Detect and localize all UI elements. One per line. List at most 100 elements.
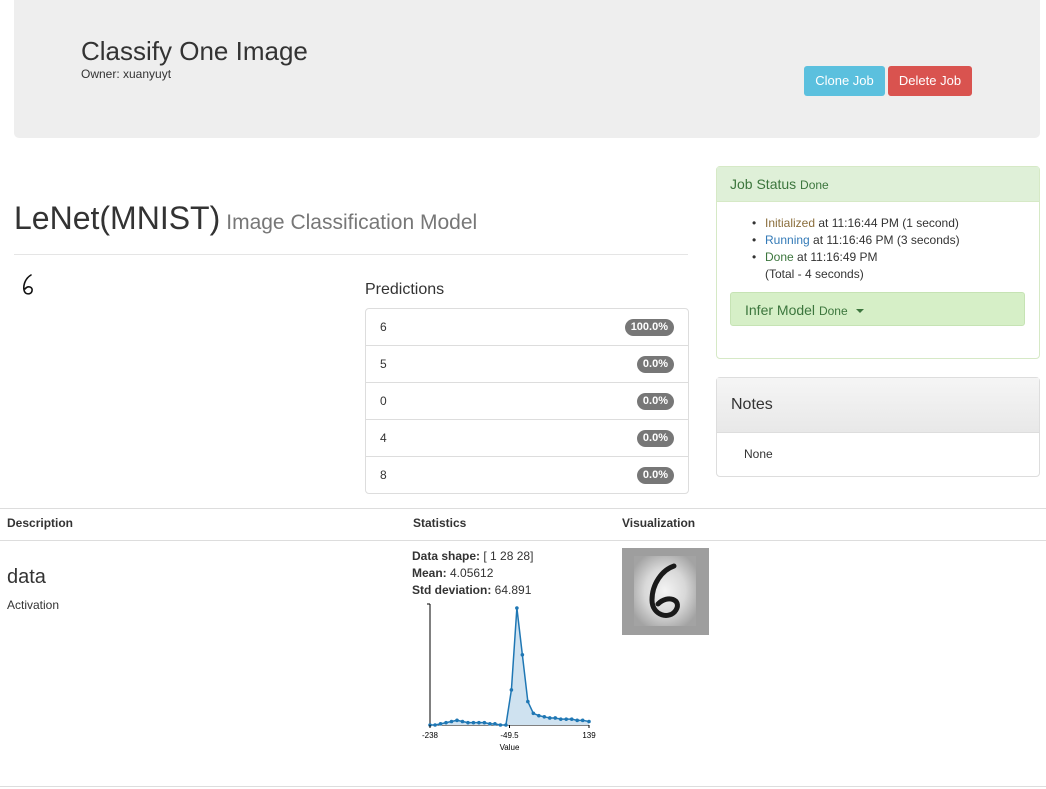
x-tick-label: -49.5	[500, 731, 519, 740]
histogram-point	[569, 717, 574, 721]
model-name: LeNet(MNIST)	[14, 200, 221, 236]
shape-label: Data shape:	[412, 549, 481, 563]
predictions-label: Predictions	[365, 281, 445, 298]
prediction-label: 4	[380, 431, 387, 445]
histogram-point	[466, 720, 470, 725]
histogram-point	[587, 719, 591, 724]
histogram-point	[444, 720, 448, 725]
delete-job-button[interactable]: Delete Job	[888, 66, 972, 96]
histogram-point	[498, 723, 503, 727]
histogram-point	[553, 716, 558, 720]
status-event-duration: (3 seconds)	[896, 233, 960, 247]
status-total-text: (Total - 4 seconds)	[765, 267, 864, 281]
status-event: • Done at 11:16:49 PM	[752, 250, 878, 264]
job-status-title: Job Status	[730, 176, 797, 192]
histogram-point	[547, 716, 552, 720]
histogram-point	[558, 717, 563, 721]
histogram-point	[575, 718, 579, 723]
prediction-badge: 0.0%	[636, 467, 674, 484]
job-status-heading: Job Status Done	[717, 167, 1039, 202]
col-header-statistics: Statistics	[413, 516, 467, 530]
histogram-chart: -238 -49.5 139 Value	[422, 603, 596, 752]
input-digit-image	[23, 274, 33, 295]
status-event-state: Running	[765, 233, 810, 247]
table-border	[0, 786, 1046, 787]
histogram-point	[433, 723, 437, 727]
prediction-item: 4 0.0%	[366, 419, 688, 456]
histogram-point	[520, 653, 525, 657]
job-status-panel: Job Status Done • Initialized at 11:16:44…	[716, 166, 1040, 359]
page-header: Classify One Image Owner: xuanyuyt Clone…	[14, 0, 1040, 138]
histogram-point	[482, 720, 487, 725]
histogram-point	[509, 688, 514, 692]
notes-title: Notes	[717, 378, 1039, 433]
histogram-point	[531, 711, 536, 716]
histogram-area	[430, 608, 589, 725]
shape-value: [ 1 28 28]	[480, 549, 534, 563]
owner-label: Owner: xuanyuyt	[81, 67, 172, 81]
model-title: LeNet(MNIST) Image Classification Model	[14, 200, 477, 237]
histogram-point	[542, 715, 547, 719]
histogram-point	[455, 718, 459, 723]
prediction-label: 5	[380, 357, 387, 371]
status-event-duration: (1 second)	[902, 216, 959, 230]
status-timeline: • Initialized at 11:16:44 PM (1 second) •…	[752, 215, 960, 283]
status-event: • Running at 11:16:46 PM (3 seconds)	[752, 233, 960, 247]
infer-model-dropdown[interactable]: Infer Model Done	[730, 292, 1025, 326]
histogram-point	[493, 722, 497, 726]
infer-model-label: Infer Model	[745, 302, 816, 318]
mean-value: 4.05612	[446, 566, 494, 580]
prediction-badge: 0.0%	[636, 356, 674, 373]
layer-type: Activation	[7, 598, 60, 612]
status-total: (Total - 4 seconds)	[765, 266, 960, 283]
notes-panel: Notes None	[716, 377, 1040, 477]
status-event-time: at 11:16:46 PM	[809, 233, 897, 247]
job-status-state: Done	[800, 178, 829, 192]
predictions-list: 6 100.0% 5 0.0% 0 0.0% 4 0.0% 8 0.0%	[365, 308, 689, 494]
histogram-point	[460, 719, 465, 724]
prediction-label: 8	[380, 468, 387, 482]
histogram-point	[526, 699, 530, 704]
prediction-label: 6	[380, 320, 387, 334]
col-header-visualization: Visualization	[622, 516, 696, 530]
notes-body: None	[744, 447, 773, 461]
layer-statistics: Data shape: [ 1 28 28] Mean: 4.05612 Std…	[412, 548, 533, 599]
prediction-badge: 0.0%	[636, 393, 674, 410]
status-event: • Initialized at 11:16:44 PM (1 second)	[752, 216, 959, 230]
prediction-item: 6 100.0%	[366, 309, 688, 345]
layer-name: data	[7, 566, 46, 588]
histogram-point	[515, 606, 519, 610]
x-tick-label: 139	[582, 731, 596, 740]
prediction-item: 0 0.0%	[366, 382, 688, 419]
table-border	[0, 540, 1046, 541]
histogram-point	[477, 720, 481, 725]
page-title: Classify One Image	[81, 36, 308, 66]
table-border	[0, 508, 1046, 509]
histogram-point	[471, 720, 476, 725]
std-label: Std deviation:	[412, 583, 492, 597]
histogram-point	[504, 723, 508, 727]
histogram-point	[537, 713, 541, 718]
col-header-description: Description	[7, 516, 74, 530]
activation-visualization	[622, 548, 709, 635]
clone-job-button[interactable]: Clone Job	[804, 66, 885, 96]
x-axis-label: Value	[500, 743, 520, 752]
divider	[14, 254, 688, 255]
x-tick-label: -238	[422, 731, 439, 740]
status-event-time: at 11:16:49 PM	[793, 250, 878, 264]
status-event-state: Done	[765, 250, 794, 264]
infer-model-state: Done	[818, 304, 848, 318]
prediction-badge: 0.0%	[636, 430, 674, 447]
status-event-time: at 11:16:44 PM	[815, 216, 903, 230]
model-subtitle: Image Classification Model	[226, 211, 478, 234]
mean-label: Mean:	[412, 566, 447, 580]
prediction-label: 0	[380, 394, 387, 408]
prediction-item: 5 0.0%	[366, 345, 688, 382]
caret-down-icon	[855, 309, 864, 314]
prediction-badge: 100.0%	[624, 319, 674, 336]
histogram-point	[449, 719, 454, 724]
histogram-point	[564, 717, 569, 721]
histogram-point	[438, 722, 443, 726]
prediction-item: 8 0.0%	[366, 456, 688, 493]
histogram-point	[580, 718, 585, 723]
